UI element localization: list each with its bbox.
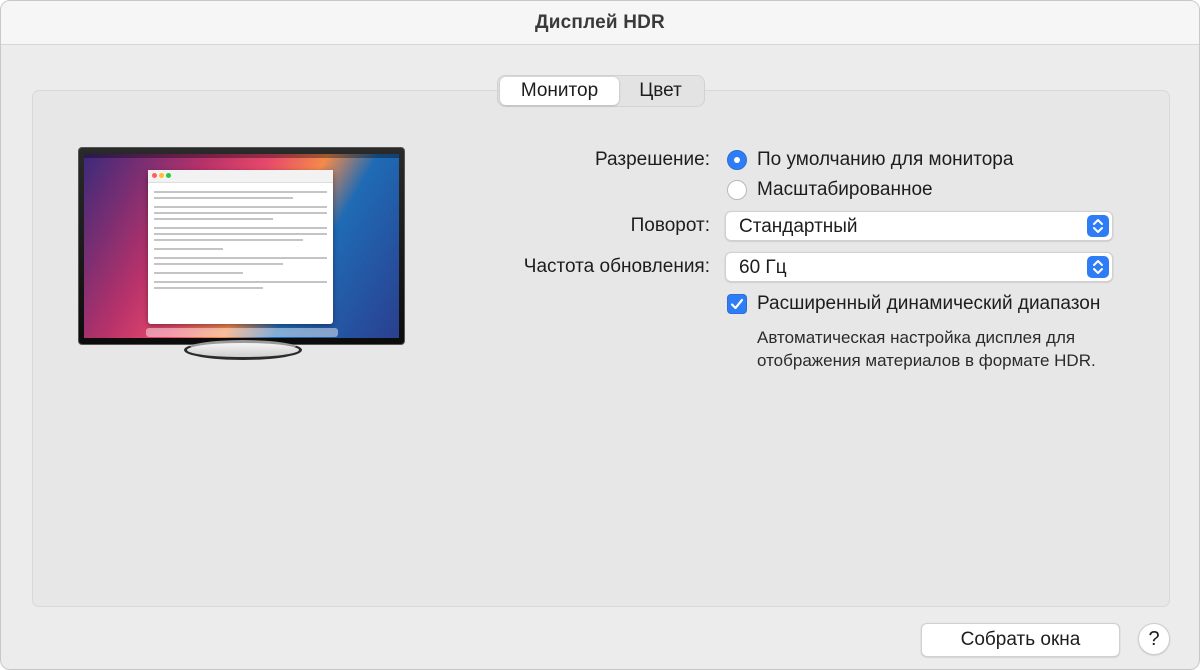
chevron-up-down-icon <box>1087 215 1109 237</box>
document-window-thumbnail <box>148 170 333 324</box>
text-line <box>154 257 327 259</box>
minimize-dot-icon <box>159 173 164 178</box>
text-line <box>154 218 273 220</box>
dock <box>146 328 338 337</box>
chevron-up-down-icon <box>1087 256 1109 278</box>
text-line <box>154 233 327 235</box>
checkmark-icon <box>730 298 744 310</box>
hdr-description: Автоматическая настройка дисплея для ото… <box>757 326 1177 372</box>
tab-control: Монитор Цвет <box>497 75 705 107</box>
tab-monitor[interactable]: Монитор <box>500 77 619 105</box>
text-line <box>154 263 283 265</box>
hdr-label[interactable]: Расширенный динамический диапазон <box>757 293 1100 315</box>
gather-windows-button[interactable]: Собрать окна <box>921 623 1120 657</box>
refresh-rate-value: 60 Гц <box>739 257 787 278</box>
resolution-scaled-radio[interactable] <box>727 180 747 200</box>
text-line <box>154 212 327 214</box>
text-line <box>154 227 327 229</box>
tab-color[interactable]: Цвет <box>619 77 702 105</box>
refresh-rate-label: Частота обновления: <box>523 256 710 277</box>
resolution-default-radio[interactable] <box>727 150 747 170</box>
text-line <box>154 248 223 250</box>
text-line <box>154 239 303 241</box>
text-line <box>154 206 327 208</box>
close-dot-icon <box>152 173 157 178</box>
rotation-select[interactable]: Стандартный <box>725 211 1113 241</box>
text-line <box>154 191 327 193</box>
hdr-checkbox[interactable] <box>727 294 747 314</box>
monitor-screen-image <box>84 154 399 338</box>
title-bar: Дисплей HDR <box>1 1 1199 45</box>
resolution-scaled-label[interactable]: Масштабированное <box>757 179 933 201</box>
document-titlebar <box>148 170 333 183</box>
text-line <box>154 281 327 283</box>
help-button[interactable]: ? <box>1138 623 1170 655</box>
monitor-stand <box>184 340 302 360</box>
refresh-rate-select[interactable]: 60 Гц <box>725 252 1113 282</box>
text-line <box>154 197 293 199</box>
rotation-label: Поворот: <box>630 215 710 236</box>
display-settings-window: Дисплей HDR Монитор Цвет Разрешение: По … <box>0 0 1200 670</box>
monitor-illustration <box>78 147 405 360</box>
rotation-value: Стандартный <box>739 216 858 237</box>
text-line <box>154 287 263 289</box>
resolution-default-label[interactable]: По умолчанию для монитора <box>757 149 1013 171</box>
window-title: Дисплей HDR <box>535 11 665 33</box>
resolution-label: Разрешение: <box>594 149 710 170</box>
zoom-dot-icon <box>166 173 171 178</box>
text-line <box>154 272 243 274</box>
hdr-description-line-2: отображения материалов в формате HDR. <box>757 351 1096 370</box>
desktop-menubar <box>84 154 399 158</box>
monitor-bezel <box>78 147 405 345</box>
hdr-description-line-1: Автоматическая настройка дисплея для <box>757 328 1076 347</box>
